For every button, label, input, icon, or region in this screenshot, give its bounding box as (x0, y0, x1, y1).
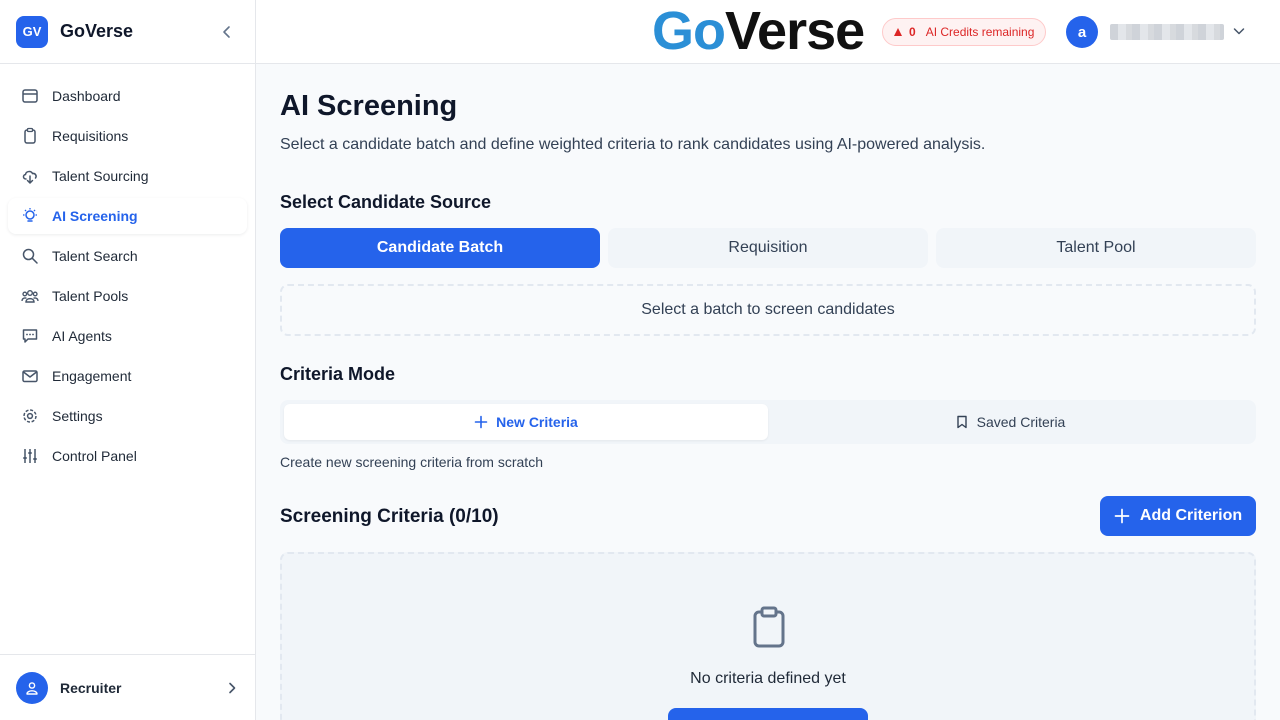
sidebar-item-requisitions[interactable]: Requisitions (8, 118, 247, 154)
sidebar-item-settings[interactable]: Settings (8, 398, 247, 434)
account-menu-toggle[interactable] (1232, 24, 1246, 43)
sidebar: GV GoVerse Dashboard Requisitions Talent… (0, 0, 256, 720)
main-content: AI Screening Select a candidate batch an… (280, 64, 1256, 720)
dashboard-icon (20, 86, 40, 106)
alert-icon (894, 28, 902, 36)
plus-icon (474, 415, 488, 429)
sidebar-item-label: AI Screening (52, 208, 138, 224)
page-subtitle: Select a candidate batch and define weig… (280, 136, 986, 153)
top-bar: GoVerse 0 AI Credits remaining a (256, 0, 1280, 64)
sidebar-item-label: Control Panel (52, 448, 137, 464)
app-root: GV GoVerse Dashboard Requisitions Talent… (0, 0, 1280, 720)
plus-icon (1114, 508, 1130, 524)
tab-candidate-batch[interactable]: Candidate Batch (280, 228, 600, 268)
sidebar-item-dashboard[interactable]: Dashboard (8, 78, 247, 114)
sidebar-nav: Dashboard Requisitions Talent Sourcing A… (0, 64, 255, 492)
sidebar-item-label: AI Agents (52, 328, 112, 344)
sidebar-item-ai-agents[interactable]: AI Agents (8, 318, 247, 354)
source-tabs: Candidate Batch Requisition Talent Pool (280, 228, 1256, 268)
brand-name: GoVerse (60, 21, 134, 41)
sidebar-user-footer[interactable]: Recruiter (0, 654, 255, 720)
chevron-left-icon (223, 25, 230, 38)
ai-credits-badge[interactable]: 0 AI Credits remaining (882, 18, 1046, 46)
cloud-download-icon (20, 166, 40, 186)
account-avatar[interactable]: a (1066, 16, 1098, 48)
tab-new-criteria-label: New Criteria (496, 414, 578, 430)
criteria-mode-tabs: New Criteria Saved Criteria (280, 400, 1256, 444)
sidebar-header: GV GoVerse (0, 0, 255, 64)
source-section-title: Select Candidate Source (280, 192, 492, 212)
sidebar-item-control-panel[interactable]: Control Panel (8, 438, 247, 474)
sidebar-item-engagement[interactable]: Engagement (8, 358, 247, 394)
tab-new-criteria[interactable]: New Criteria (284, 404, 768, 440)
collapse-sidebar-button[interactable] (215, 20, 239, 44)
tab-saved-criteria[interactable]: Saved Criteria (768, 404, 1252, 440)
credits-count: 0 (909, 25, 916, 39)
logo-badge: GV (16, 15, 48, 48)
add-criterion-label: Add Criterion (1139, 507, 1243, 524)
sidebar-item-label: Talent Sourcing (52, 168, 149, 184)
gear-icon (20, 406, 40, 426)
user-role: Recruiter (60, 679, 122, 696)
page-title: AI Screening (280, 90, 458, 122)
sidebar-item-ai-screening[interactable]: AI Screening (8, 198, 247, 234)
logo-go: Go (652, 1, 726, 61)
tab-saved-criteria-label: Saved Criteria (976, 414, 1066, 430)
criteria-mode-help: Create new screening criteria from scrat… (280, 454, 543, 470)
batch-select-area[interactable]: Select a batch to screen candidates (280, 284, 1256, 336)
add-criterion-button[interactable]: Add Criterion (1100, 496, 1256, 536)
sliders-icon (20, 446, 40, 466)
user-avatar (16, 671, 48, 704)
chevron-right-icon (225, 681, 239, 695)
empty-add-criterion-button[interactable] (668, 708, 868, 720)
chevron-down-icon (1233, 28, 1245, 35)
chat-icon (20, 326, 40, 346)
sidebar-item-talent-pools[interactable]: Talent Pools (8, 278, 247, 314)
sidebar-item-label: Settings (52, 408, 103, 424)
criteria-mode-title: Criteria Mode (280, 364, 396, 384)
sidebar-item-label: Dashboard (52, 88, 121, 104)
logo-verse: Verse (725, 1, 865, 61)
tab-talent-pool[interactable]: Talent Pool (936, 228, 1256, 268)
sidebar-item-talent-search[interactable]: Talent Search (8, 238, 247, 274)
screening-criteria-title: Screening Criteria (0/10) (280, 506, 499, 527)
sidebar-item-label: Requisitions (52, 128, 129, 144)
criteria-empty-state: No criteria defined yet (280, 552, 1256, 720)
users-icon (20, 286, 40, 306)
sidebar-item-label: Talent Pools (52, 288, 129, 304)
lightbulb-icon (20, 206, 40, 226)
credits-label: AI Credits remaining (925, 25, 1035, 39)
sidebar-item-label: Talent Search (52, 248, 138, 264)
bookmark-icon (955, 415, 969, 429)
clipboard-icon (20, 126, 40, 146)
user-icon (26, 681, 38, 695)
sidebar-item-label: Engagement (52, 368, 132, 384)
tab-requisition[interactable]: Requisition (608, 228, 928, 268)
clipboard-icon (752, 606, 786, 653)
account-name-redacted (1110, 24, 1224, 40)
sidebar-item-talent-sourcing[interactable]: Talent Sourcing (8, 158, 247, 194)
goverse-logo: GoVerse (652, 1, 865, 61)
empty-state-text: No criteria defined yet (690, 670, 846, 687)
search-icon (20, 246, 40, 266)
mail-icon (20, 366, 40, 386)
